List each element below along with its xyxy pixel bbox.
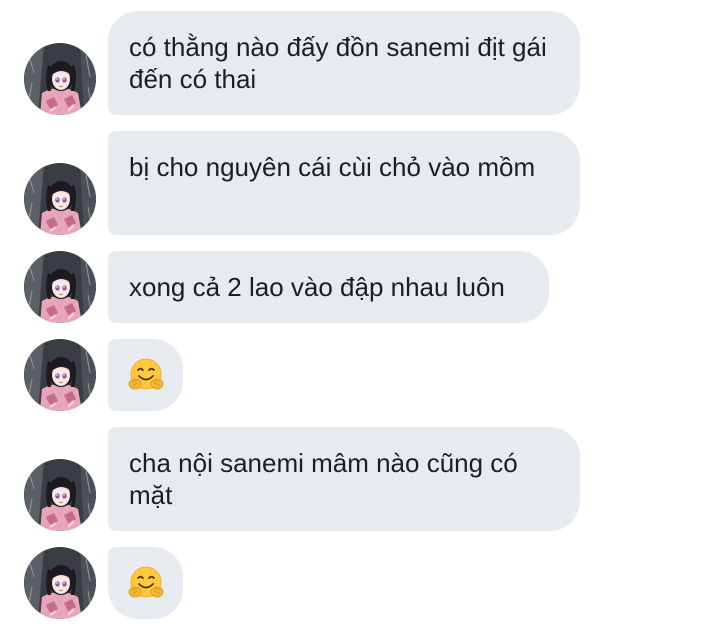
message-row: xong cả 2 lao vào đập nhau luôn: [0, 251, 720, 323]
avatar[interactable]: [24, 459, 96, 531]
avatar[interactable]: [24, 43, 96, 115]
message-text: xong cả 2 lao vào đập nhau luôn: [129, 272, 505, 302]
hugging-face-emoji-icon: [128, 357, 164, 393]
message-text: bị cho nguyên cái cùi chỏ vào mồm: [129, 152, 536, 182]
message-row: [0, 339, 720, 411]
avatar[interactable]: [24, 547, 96, 619]
avatar[interactable]: [24, 339, 96, 411]
hugging-face-emoji-icon: [128, 565, 164, 601]
avatar[interactable]: [24, 251, 96, 323]
message-row: bị cho nguyên cái cùi chỏ vào mồm: [0, 131, 720, 235]
profile-avatar-icon: [24, 251, 96, 323]
message-bubble[interactable]: xong cả 2 lao vào đập nhau luôn: [108, 251, 549, 323]
profile-avatar-icon: [24, 163, 96, 235]
profile-avatar-icon: [24, 547, 96, 619]
profile-avatar-icon: [24, 43, 96, 115]
message-bubble[interactable]: cha nội sanemi mâm nào cũng có mặt: [108, 427, 580, 531]
profile-avatar-icon: [24, 339, 96, 411]
profile-avatar-icon: [24, 459, 96, 531]
emoji-bubble[interactable]: [108, 339, 183, 411]
message-row: có thằng nào đấy đồn sanemi địt gái đến …: [0, 11, 720, 115]
message-bubble[interactable]: có thằng nào đấy đồn sanemi địt gái đến …: [108, 11, 580, 115]
message-bubble[interactable]: bị cho nguyên cái cùi chỏ vào mồm: [108, 131, 580, 235]
avatar[interactable]: [24, 163, 96, 235]
message-text: cha nội sanemi mâm nào cũng có mặt: [129, 448, 518, 510]
message-text: có thằng nào đấy đồn sanemi địt gái đến …: [129, 32, 547, 94]
message-row: [0, 547, 720, 619]
emoji-bubble[interactable]: [108, 547, 183, 619]
message-row: cha nội sanemi mâm nào cũng có mặt: [0, 427, 720, 531]
